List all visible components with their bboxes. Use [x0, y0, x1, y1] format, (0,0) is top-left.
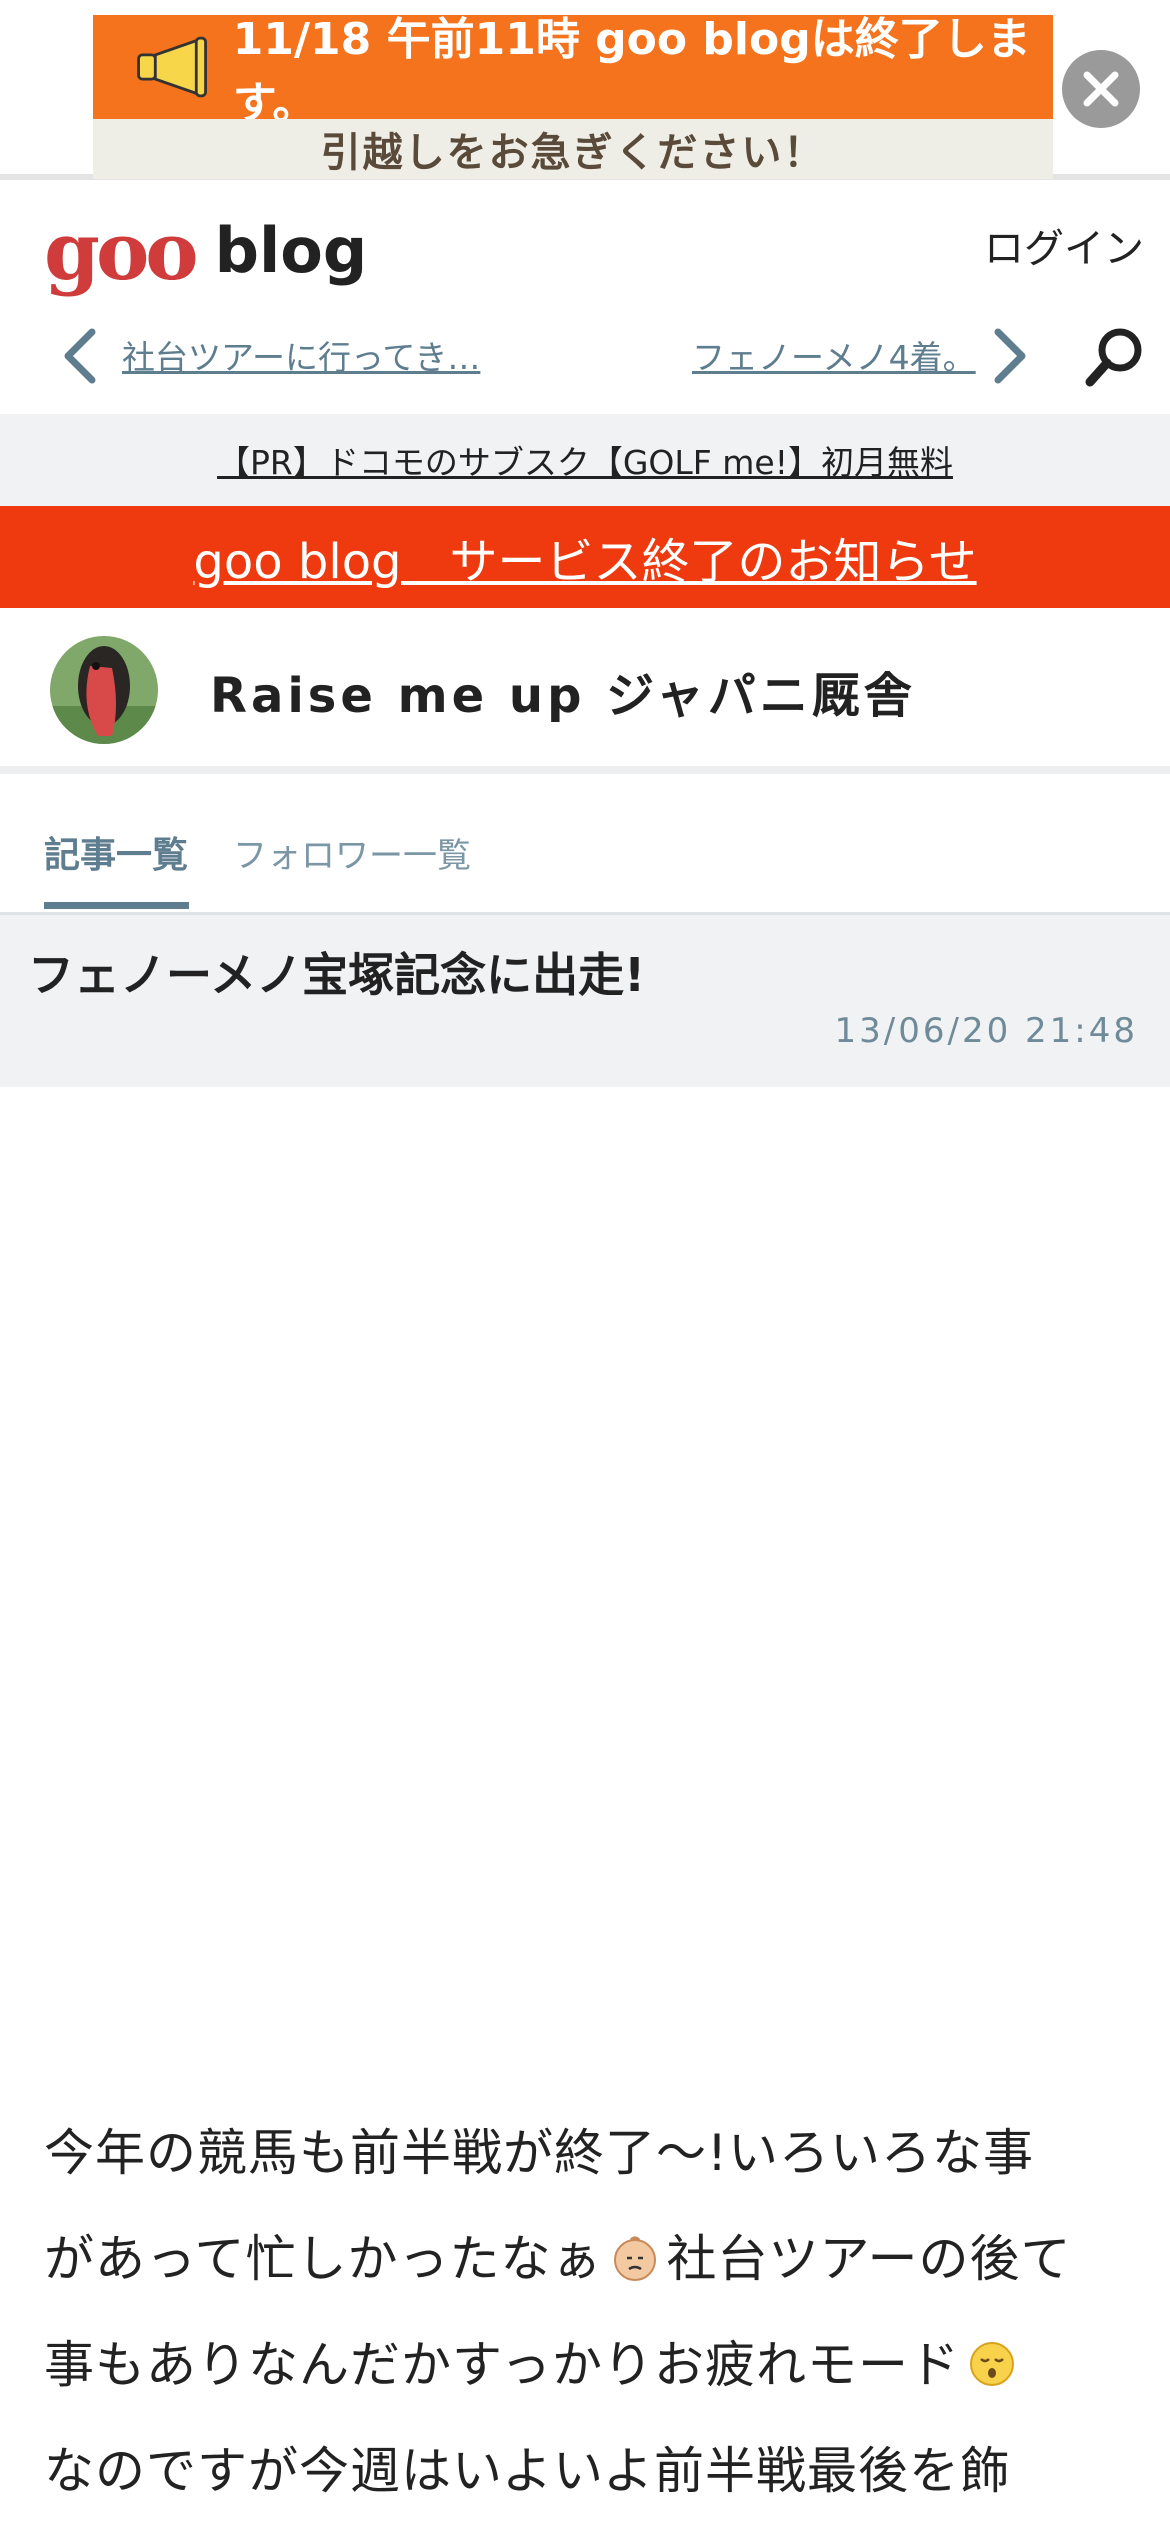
megaphone-icon	[137, 36, 207, 98]
tab-follower-list[interactable]: フォロワー一覧	[233, 828, 471, 877]
login-link[interactable]: ログイン	[984, 216, 1144, 274]
exhausted-face-emoji-icon	[970, 2342, 1014, 2386]
article-body-line: 事もありなんだかすっかりお疲れモード	[44, 2312, 1134, 2418]
site-header: goo blog ログイン 社台ツアーに行ってき… フェノーメノ4着。	[0, 186, 1170, 417]
pr-link[interactable]: 【PR】ドコモのサブスク【GOLF me!】初月無料	[217, 436, 953, 484]
chevron-left-icon[interactable]	[56, 326, 102, 386]
pr-bar: 【PR】ドコモのサブスク【GOLF me!】初月無料	[0, 414, 1170, 506]
article-title: フェノーメノ宝塚記念に出走!	[28, 948, 646, 1002]
article-body: 今年の競馬も前半戦が終了～!いろいろな事 があって忙しかったなぁ 社台ツアーの後て…	[44, 2100, 1134, 2524]
article-body-line: なのですが今週はいよいよ前半戦最後を飾	[44, 2442, 1011, 2500]
goo-blog-logo[interactable]: goo blog	[44, 206, 367, 296]
article-body-line: があって忙しかったなぁ 社台ツアーの後て	[44, 2206, 1134, 2312]
end-of-service-banner[interactable]: 11/18 午前11時 goo blogは終了します。 引越しをお急ぎください！	[93, 14, 1053, 179]
search-icon[interactable]	[1082, 324, 1148, 390]
avatar-image	[50, 636, 158, 744]
tired-face-emoji-icon	[613, 2236, 656, 2281]
service-end-notice-link[interactable]: goo blog サービス終了のお知らせ	[193, 522, 976, 592]
article-body-text: があって忙しかったなぁ	[44, 2230, 603, 2288]
banner-close-button[interactable]	[1062, 50, 1140, 128]
banner-line1: 11/18 午前11時 goo blogは終了します。	[232, 14, 1031, 129]
article-body-text: 社台ツアーの後て	[666, 2230, 1072, 2288]
close-icon	[1083, 71, 1119, 107]
prev-article-link[interactable]: 社台ツアーに行ってき…	[122, 331, 480, 379]
active-tab-indicator	[44, 902, 189, 909]
logo-blog-text: blog	[214, 214, 368, 287]
avatar[interactable]	[50, 636, 158, 744]
tab-article-list[interactable]: 記事一覧	[44, 826, 188, 878]
article-body-text: 事もありなんだかすっかりお疲れモード	[44, 2336, 960, 2394]
article-header: フェノーメノ宝塚記念に出走! 13/06/20 21:48	[0, 915, 1170, 1087]
logo-goo-text: goo	[44, 204, 199, 298]
blog-tabs: 記事一覧 フォロワー一覧	[0, 790, 1170, 915]
article-date: 13/06/20 21:48	[834, 1011, 1138, 1051]
blog-title[interactable]: Raise me up ジャパニ厩舎	[210, 656, 916, 726]
next-article-link[interactable]: フェノーメノ4着。	[692, 331, 976, 379]
banner-line2: 引越しをお急ぎください！	[93, 119, 1053, 179]
article-body-line: 今年の競馬も前半戦が終了～!いろいろな事	[44, 2124, 1035, 2182]
chevron-right-icon[interactable]	[988, 326, 1034, 386]
blog-heading: Raise me up ジャパニ厩舎	[0, 608, 1170, 774]
banner-headline-strip: 11/18 午前11時 goo blogは終了します。	[93, 14, 1053, 129]
service-end-notice: goo blog サービス終了のお知らせ	[0, 506, 1170, 608]
top-banner: 11/18 午前11時 goo blogは終了します。 引越しをお急ぎください！	[0, 0, 1170, 180]
